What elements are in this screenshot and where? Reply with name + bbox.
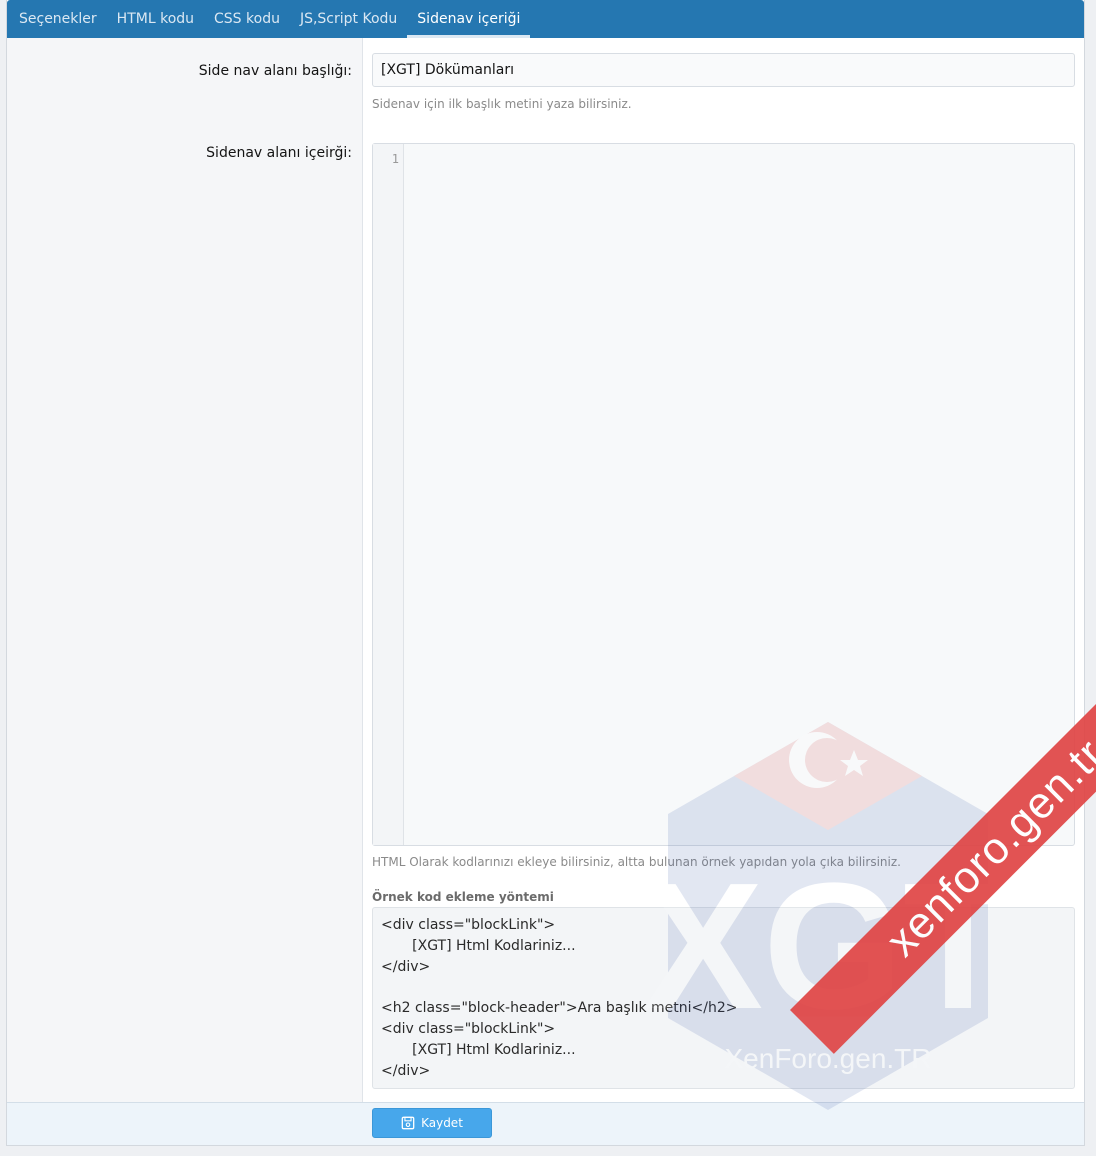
editor-gutter: 1 <box>373 144 404 845</box>
save-icon <box>401 1116 415 1130</box>
label-column: Side nav alanı başlığı: Sidenav alanı iç… <box>7 38 363 1103</box>
example-code-line: <h2 class="block-header">Ara başlık metn… <box>381 1000 738 1017</box>
example-code-line <box>381 977 1066 998</box>
example-code-line: [XGT] Html Kodlariniz... <box>381 1041 576 1058</box>
example-code-line: </div> <box>381 1062 431 1079</box>
example-title: Örnek kod ekleme yöntemi <box>372 890 554 904</box>
example-code-line: <div class="blockLink"> <box>381 917 556 933</box>
sidenav-title-hint: Sidenav için ilk başlık metini yaza bili… <box>372 97 632 111</box>
editor-line-number: 1 <box>391 152 399 166</box>
options-panel: Seçenekler HTML kodu CSS kodu JS,Script … <box>6 0 1085 1146</box>
example-code-line: <div class="blockLink"> <box>381 1020 556 1037</box>
example-code-block: <div class="blockLink"> [XGT] Html Kodla… <box>372 907 1075 1089</box>
save-label: Kaydet <box>421 1116 463 1130</box>
example-code-line: [XGT] Html Kodlariniz... <box>381 937 576 954</box>
tab-css-kodu[interactable]: CSS kodu <box>204 0 290 38</box>
tab-html-kodu[interactable]: HTML kodu <box>107 0 204 38</box>
sidenav-content-editor[interactable]: 1 <box>372 143 1075 846</box>
tab-secenekler[interactable]: Seçenekler <box>9 0 107 38</box>
sidenav-content-label: Sidenav alanı içeirği: <box>206 145 352 161</box>
tab-js-script-kodu[interactable]: JS,Script Kodu <box>290 0 407 38</box>
sidenav-title-input[interactable]: [XGT] Dökümanları <box>372 53 1075 87</box>
sidenav-title-label: Side nav alanı başlığı: <box>198 63 352 79</box>
sidenav-content-hint: HTML Olarak kodlarınızı ekleye bilirsini… <box>372 855 901 869</box>
tab-bar: Seçenekler HTML kodu CSS kodu JS,Script … <box>7 0 1084 38</box>
example-code-line: </div> <box>381 958 431 975</box>
save-button[interactable]: Kaydet <box>372 1108 492 1138</box>
tab-sidenav-icerigi[interactable]: Sidenav içeriği <box>407 0 531 38</box>
form-footer: Kaydet <box>7 1102 1084 1145</box>
